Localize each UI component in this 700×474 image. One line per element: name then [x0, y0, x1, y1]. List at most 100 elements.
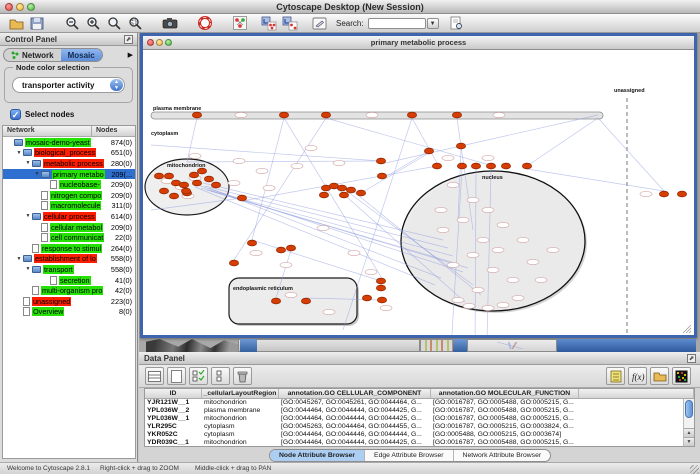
function-builder-icon[interactable]: f(x): [628, 367, 647, 385]
tree-row[interactable]: mosaic-demo-yeast874(0): [3, 137, 135, 148]
expander-icon[interactable]: ▼: [15, 150, 23, 156]
table-row[interactable]: YJR121W__1mitochondrion[GO:0045267, GO:0…: [145, 399, 694, 407]
network-canvas[interactable]: plasma membranecytoplasmmitochondrionnuc…: [143, 50, 694, 335]
tree-row[interactable]: ▼establishment of lo558(0): [3, 254, 135, 265]
tree-row[interactable]: nucleobase-209(0): [3, 179, 135, 190]
search-dropdown-arrow-icon[interactable]: ▼: [427, 18, 439, 29]
network-node[interactable]: [346, 187, 355, 193]
network-node[interactable]: [376, 158, 385, 164]
table-row[interactable]: YLR295Ccytoplasm[GO:0045263, GO:0044464,…: [145, 423, 694, 431]
network-node[interactable]: [189, 172, 198, 178]
node-color-attribute-select[interactable]: transporter activity ▲▼: [12, 77, 125, 93]
tree-row[interactable]: response to stimul264(0): [3, 243, 135, 254]
tab-network[interactable]: Network: [4, 49, 61, 61]
table-cell[interactable]: YKR052C: [145, 431, 202, 439]
zoom-out-icon[interactable]: [62, 15, 82, 31]
tree-row[interactable]: ▼cellular process614(0): [3, 211, 135, 222]
table-cell[interactable]: YJR121W__1: [145, 399, 202, 407]
network-node[interactable]: [279, 112, 288, 118]
network-node[interactable]: [376, 285, 385, 291]
expander-icon[interactable]: ▼: [24, 213, 32, 219]
snapshot-icon[interactable]: [160, 15, 180, 31]
network-node[interactable]: [407, 112, 416, 118]
zoom-selected-icon[interactable]: [125, 15, 145, 31]
table-scrollbar[interactable]: ▲ ▼: [683, 399, 694, 446]
table-cell[interactable]: [GO:0044464, GO:0044446, GO:0044444, G..…: [279, 431, 431, 439]
tree-column-network[interactable]: Network: [3, 126, 92, 136]
tree-row[interactable]: cellular metabol209(0): [3, 222, 135, 233]
import-attributes-icon[interactable]: [280, 15, 300, 31]
tab-overflow-arrow-icon[interactable]: ▶: [128, 51, 133, 59]
network-node[interactable]: [154, 173, 163, 179]
network-node[interactable]: [471, 163, 480, 169]
tree-row[interactable]: macromolecule311(0): [3, 201, 135, 212]
network-node[interactable]: [237, 195, 246, 201]
delete-attribute-icon[interactable]: [233, 367, 252, 385]
table-cell[interactable]: YPL036W__2: [145, 407, 202, 415]
network-node[interactable]: [192, 112, 201, 118]
network-node[interactable]: [339, 192, 348, 198]
network-node[interactable]: [301, 298, 310, 304]
tree-row[interactable]: multi-organism pro42(0): [3, 285, 135, 296]
resize-grip[interactable]: [690, 465, 699, 474]
network-edge[interactable]: [284, 118, 383, 280]
network-node[interactable]: [169, 193, 178, 199]
network-node[interactable]: [319, 192, 328, 198]
network-view-window[interactable]: primary metabolic process plasma membran…: [140, 33, 697, 338]
table-cell[interactable]: YDR039C__1: [145, 439, 202, 447]
table-cell[interactable]: plasma membrane: [202, 407, 279, 415]
network-node[interactable]: [181, 188, 190, 194]
tree-row[interactable]: nitrogen compo209(0): [3, 190, 135, 201]
column-header[interactable]: annotation.GO MOLECULAR_FUNCTION: [431, 389, 579, 398]
tree-row[interactable]: ▼transport558(0): [3, 264, 135, 275]
unselect-attributes-icon[interactable]: [211, 367, 230, 385]
select-attributes-icon[interactable]: [189, 367, 208, 385]
expander-icon[interactable]: ▼: [24, 266, 32, 272]
network-node[interactable]: [164, 173, 173, 179]
expander-icon[interactable]: ▼: [33, 171, 41, 177]
tree-row[interactable]: ▼primary metabo209(...: [3, 169, 135, 180]
table-cell[interactable]: [GO:0016787, GO:0005488, GO:0005215, G..…: [431, 439, 579, 447]
select-nodes-checkbox[interactable]: ✓: [10, 109, 21, 120]
search-options-icon[interactable]: [447, 15, 467, 31]
import-network-icon[interactable]: [259, 15, 279, 31]
network-edge[interactable]: [527, 118, 598, 166]
network-node[interactable]: [456, 143, 465, 149]
heatmap-icon[interactable]: [672, 367, 691, 385]
tree-column-nodes[interactable]: Nodes: [92, 126, 135, 136]
network-node[interactable]: [192, 180, 201, 186]
network-node[interactable]: [452, 112, 461, 118]
network-window-titlebar[interactable]: primary metabolic process: [143, 36, 694, 50]
network-node[interactable]: [276, 247, 285, 253]
float-panel-icon[interactable]: ⬈: [687, 354, 696, 363]
column-header[interactable]: [579, 389, 694, 398]
network-node[interactable]: [229, 260, 238, 266]
network-node[interactable]: [424, 148, 433, 154]
tree-row[interactable]: secretion41(0): [3, 275, 135, 286]
network-node[interactable]: [204, 176, 213, 182]
network-edge[interactable]: [187, 161, 381, 162]
network-node[interactable]: [211, 182, 220, 188]
background-window-logo-fragment[interactable]: [146, 339, 238, 352]
table-cell[interactable]: mitochondrion: [202, 399, 279, 407]
import-attribute-file-icon[interactable]: [650, 367, 669, 385]
table-cell[interactable]: cytoplasm: [202, 423, 279, 431]
expander-icon[interactable]: ▼: [24, 160, 32, 166]
tab-edge-attribute-browser[interactable]: Edge Attribute Browser: [365, 450, 454, 461]
tab-mosaic[interactable]: Mosaic: [61, 49, 102, 61]
tab-node-attribute-browser[interactable]: Node Attribute Browser: [270, 450, 365, 461]
table-cell[interactable]: [GO:0045263, GO:0044464, GO:0044455, G..…: [279, 423, 431, 431]
zoom-fit-icon[interactable]: [104, 15, 124, 31]
table-cell[interactable]: mitochondrion: [202, 439, 279, 447]
table-cell[interactable]: [579, 439, 694, 447]
tree-row[interactable]: Overview8(0): [3, 307, 135, 318]
attribute-list-icon[interactable]: [606, 367, 625, 385]
table-cell[interactable]: [579, 415, 694, 423]
network-node[interactable]: [659, 191, 668, 197]
table-cell[interactable]: [GO:0016787, GO:0005488, GO:0005215, G..…: [431, 399, 579, 407]
background-window-fragment[interactable]: [238, 339, 420, 352]
table-cell[interactable]: YLR295C: [145, 423, 202, 431]
table-cell[interactable]: [GO:0045267, GO:0045261, GO:0044464, G..…: [279, 399, 431, 407]
table-cell[interactable]: [579, 423, 694, 431]
table-row[interactable]: YPL036W__2plasma membrane[GO:0044464, GO…: [145, 407, 694, 415]
